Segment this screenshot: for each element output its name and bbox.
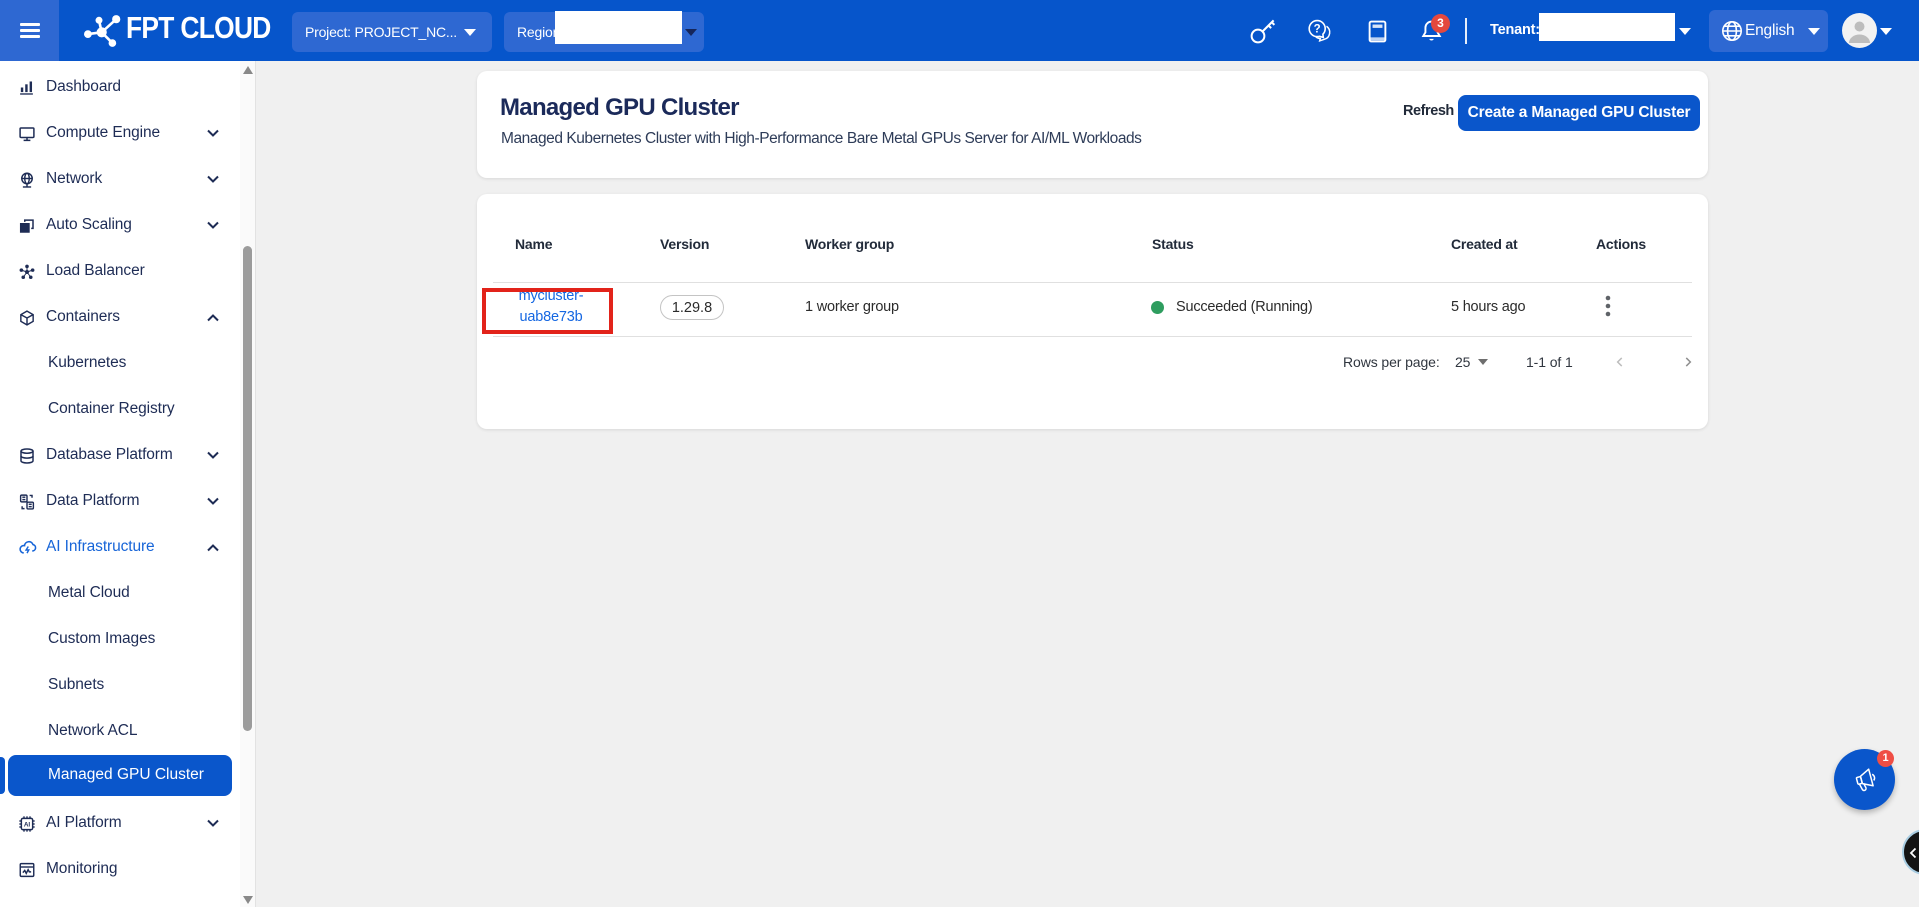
svg-text:AI: AI: [24, 821, 31, 828]
svg-text:?: ?: [1314, 24, 1321, 36]
